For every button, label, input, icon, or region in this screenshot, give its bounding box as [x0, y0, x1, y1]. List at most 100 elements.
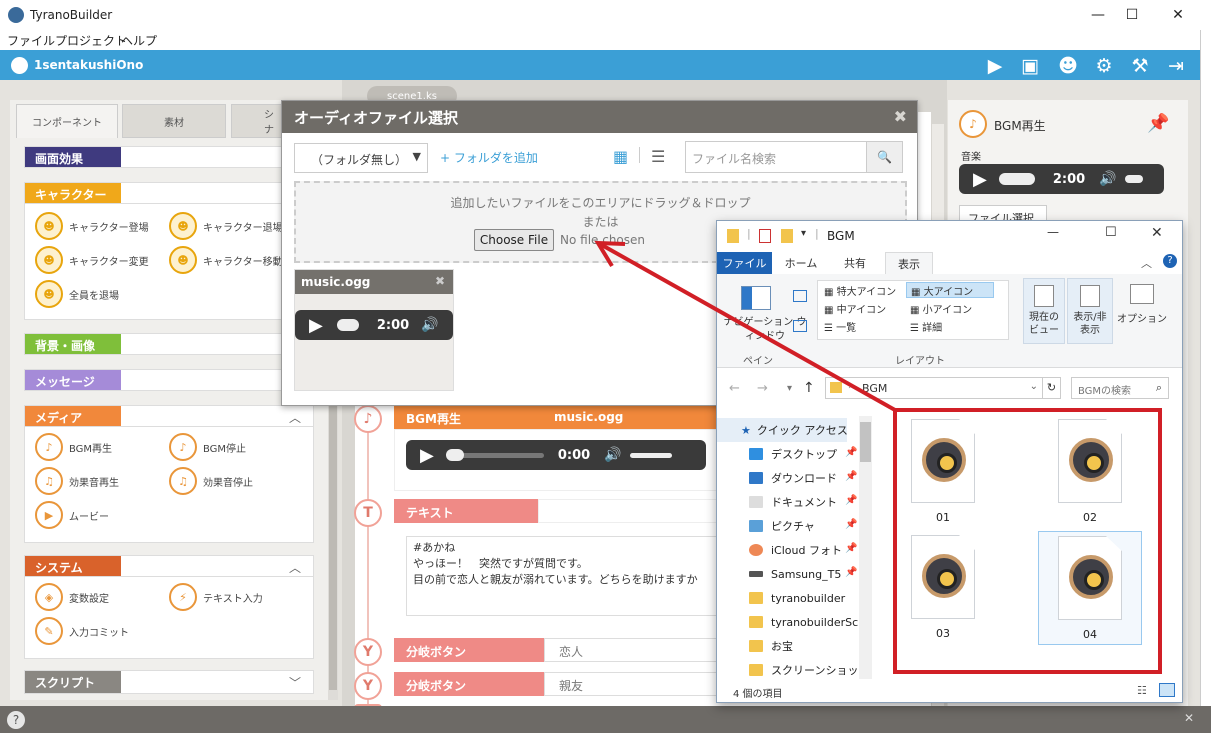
help-icon[interactable]: ?: [7, 711, 25, 729]
character-move-item[interactable]: ☻ キャラクター移動: [169, 246, 283, 274]
help-icon[interactable]: ?: [1163, 254, 1177, 268]
details-pane-icon[interactable]: [793, 320, 807, 332]
quick-toolbar-chevron-icon[interactable]: ▾: [801, 228, 806, 239]
category-script[interactable]: スクリプト ﹀: [24, 670, 314, 694]
nav-scrollbar[interactable]: [859, 416, 872, 679]
seek-bar[interactable]: [445, 448, 544, 461]
volume-icon[interactable]: 🔊: [604, 447, 621, 463]
menu-project[interactable]: プロジェクト: [55, 32, 127, 49]
characters-icon[interactable]: ☻: [1057, 55, 1079, 77]
seek-bar[interactable]: [998, 173, 1035, 185]
layout-extra-large[interactable]: ▦ 特大アイコン: [824, 283, 896, 298]
branch2-value[interactable]: 親友: [544, 672, 720, 696]
category-character[interactable]: キャラクター: [24, 182, 314, 204]
current-view-button[interactable]: 現在の ビュー: [1023, 278, 1065, 344]
nav-desktop[interactable]: デスクトップ: [749, 442, 837, 466]
search-icon[interactable]: ⌕: [1156, 381, 1162, 395]
export-icon[interactable]: ⇥: [1165, 55, 1187, 77]
pin-icon[interactable]: 📌: [845, 447, 857, 458]
nav-samsung-t5[interactable]: Samsung_T5: [749, 562, 841, 586]
pin-icon[interactable]: 📌: [845, 567, 857, 578]
back-arrow-icon[interactable]: ←: [729, 381, 740, 396]
category-background[interactable]: 背景・画像: [24, 333, 314, 355]
pin-icon[interactable]: 📌: [845, 519, 857, 530]
preview-pane-icon[interactable]: [793, 290, 807, 302]
options-button[interactable]: オプション: [1117, 278, 1167, 344]
category-system[interactable]: システム ︿: [24, 555, 314, 577]
dialog-close-icon[interactable]: ✖: [894, 107, 907, 126]
pin-icon[interactable]: 📌: [845, 543, 857, 554]
chevron-up-icon[interactable]: ︿: [289, 409, 301, 426]
tab-components[interactable]: コンポーネント: [16, 104, 118, 138]
volume-icon[interactable]: 🔊: [421, 317, 438, 333]
gear-icon[interactable]: ⚙: [1093, 55, 1115, 77]
address-dropdown-icon[interactable]: ⌄: [1030, 381, 1038, 392]
play-icon[interactable]: ▶: [309, 315, 323, 336]
play-icon[interactable]: ▶: [984, 55, 1006, 77]
variable-item[interactable]: ◈ 変数設定: [35, 583, 109, 611]
scenario-audio-player[interactable]: ▶ 0:00 🔊: [406, 440, 706, 470]
nav-screenshots[interactable]: スクリーンショット: [749, 658, 859, 682]
ribbon-tab-share[interactable]: 共有: [831, 252, 879, 274]
close-button[interactable]: ✕: [1155, 0, 1201, 30]
volume-slider[interactable]: [629, 452, 672, 458]
property-audio-player[interactable]: ▶ 2:00 🔊: [959, 164, 1164, 194]
folder-select[interactable]: （フォルダ無し） ▼: [294, 143, 428, 173]
layout-list[interactable]: ☰ 一覧: [824, 319, 856, 334]
character-change-item[interactable]: ☻ キャラクター変更: [35, 246, 149, 274]
explorer-search[interactable]: BGMの検索 ⌕: [1071, 377, 1169, 399]
ribbon-tab-view[interactable]: 表示: [885, 252, 933, 274]
nav-pane-icon[interactable]: [741, 286, 771, 310]
explorer-maximize-button[interactable]: ☐: [1105, 225, 1117, 240]
nav-downloads[interactable]: ダウンロード: [749, 466, 837, 490]
hammer-icon[interactable]: ⚒: [1129, 55, 1151, 77]
search-icon[interactable]: 🔍: [866, 142, 902, 172]
explorer-close-button[interactable]: ✕: [1151, 225, 1163, 241]
movie-item[interactable]: ▶ ムービー: [35, 501, 109, 529]
tab-materials[interactable]: 素材: [122, 104, 226, 138]
recent-dropdown-icon[interactable]: ▾: [787, 383, 792, 394]
pin-icon[interactable]: 📌: [845, 495, 857, 506]
tab-scenario[interactable]: シナ: [231, 104, 283, 138]
character-show-item[interactable]: ☻ キャラクター登場: [35, 212, 149, 240]
category-screen-effect[interactable]: 画面効果: [24, 146, 314, 168]
se-stop-item[interactable]: ♫ 効果音停止: [169, 467, 253, 495]
file-card-player[interactable]: ▶ 2:00 🔊: [295, 310, 453, 340]
nav-otakara[interactable]: お宝: [749, 634, 793, 658]
address-bar[interactable]: › BGM ⌄: [825, 377, 1043, 399]
seek-bar[interactable]: [336, 319, 359, 331]
list-view-icon[interactable]: ☰: [651, 147, 665, 166]
details-view-icon[interactable]: ☷: [1137, 684, 1147, 697]
nav-icloud-photos[interactable]: iCloud フォト: [749, 538, 842, 562]
layout-details[interactable]: ☰ 詳細: [910, 319, 942, 334]
bgm-stop-item[interactable]: ♪ BGM停止: [169, 433, 246, 461]
new-folder-icon[interactable]: [781, 229, 793, 243]
hide-all-item[interactable]: ☻ 全員を退場: [35, 280, 119, 308]
volume-icon[interactable]: 🔊: [1099, 171, 1116, 187]
category-message[interactable]: メッセージ: [24, 369, 314, 391]
input-commit-item[interactable]: ✎ 入力コミット: [35, 617, 129, 645]
dialogue-text-box[interactable]: #あかね やっほー！ 突然ですが質問です。 目の前で恋人と親友が溺れています。ど…: [406, 536, 720, 616]
remove-file-icon[interactable]: ✖: [435, 274, 445, 288]
menu-file[interactable]: ファイル: [7, 32, 55, 49]
large-icons-view-icon[interactable]: [1159, 683, 1175, 697]
branch1-value[interactable]: 恋人: [544, 638, 720, 662]
save-icon[interactable]: ▣: [1019, 55, 1041, 77]
character-hide-item[interactable]: ☻ キャラクター退場: [169, 212, 283, 240]
play-icon[interactable]: ▶: [973, 169, 987, 190]
volume-slider[interactable]: [1124, 175, 1143, 183]
layout-small[interactable]: ▦ 小アイコン: [910, 301, 972, 316]
nav-documents[interactable]: ドキュメント: [749, 490, 837, 514]
show-hide-button[interactable]: 表示/非 表示: [1067, 278, 1113, 344]
choose-file-button[interactable]: Choose File: [474, 229, 554, 251]
pin-icon[interactable]: 📌: [1147, 113, 1169, 134]
grid-view-icon[interactable]: ▦: [613, 147, 628, 166]
chevron-up-icon[interactable]: ︿: [289, 559, 301, 576]
properties-icon[interactable]: [759, 229, 771, 243]
ribbon-tab-home[interactable]: ホーム: [777, 252, 825, 274]
forward-arrow-icon[interactable]: →: [757, 381, 768, 396]
layout-medium[interactable]: ▦ 中アイコン: [824, 301, 886, 316]
se-play-item[interactable]: ♫ 効果音再生: [35, 467, 119, 495]
category-media[interactable]: メディア ︿: [24, 405, 314, 427]
nav-tyranobuilder[interactable]: tyranobuilder: [749, 586, 845, 610]
